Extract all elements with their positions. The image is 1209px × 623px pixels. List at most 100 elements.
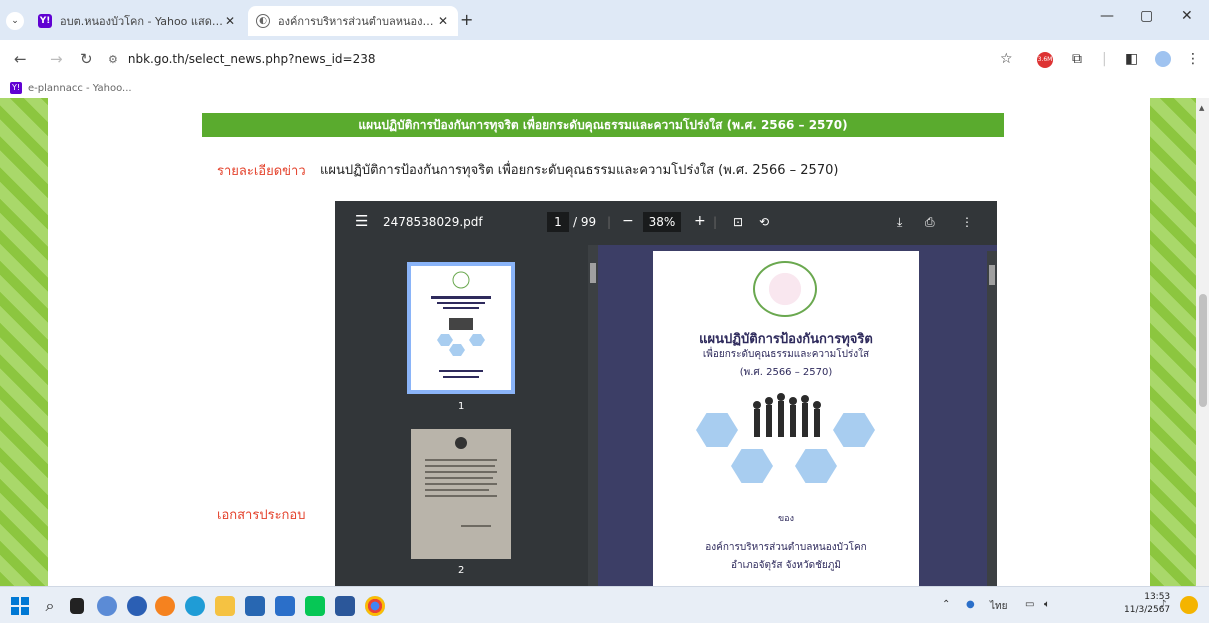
doc-years: (พ.ศ. 2566 – 2570) [739,367,833,378]
volume-icon[interactable]: 🔈︎ [1044,599,1050,610]
new-tab-button[interactable]: + [460,10,473,29]
page-scrollbar-thumb[interactable] [1199,294,1207,407]
page-total: / 99 [573,215,597,229]
bookmarks-bar: Y! e-plannacc - Yahoo... [0,78,1209,98]
side-panel-icon[interactable]: ◧ [1125,51,1138,67]
star-icon[interactable]: ☆ [1000,51,1013,67]
tray-app-icon[interactable]: ● [966,599,975,610]
minimize-button[interactable]: — [1100,8,1114,24]
forward-arrow-icon[interactable]: → [50,50,63,68]
pdf-filename: 2478538029.pdf [383,215,483,229]
browser-toolbar: ← → ↻ ⚙ nbk.go.th/select_news.php?news_i… [0,40,1209,78]
tab-strip: ⌄ Y! อบต.หนองบัวโคก - Yahoo แสดงผ... ✕ ◐… [0,0,1209,40]
menu-kebab-icon[interactable]: ⋮ [1186,51,1200,67]
strategy-hexagon-3 [795,449,837,483]
url-text: nbk.go.th/select_news.php?news_id=238 [127,52,376,66]
tab-yahoo[interactable]: Y! อบต.หนองบัวโคก - Yahoo แสดงผ... ✕ [30,6,245,36]
extensions-puzzle-icon[interactable]: ⧉ [1072,51,1082,67]
right-decor-pattern [1150,98,1196,586]
language-indicator[interactable]: ไทย [990,599,1007,614]
address-bar[interactable]: ⚙ nbk.go.th/select_news.php?news_id=238 [108,46,988,72]
pdf-viewer: ☰ 2478538029.pdf 1 / 99 | − 38% + | ⊡ ⟲ … [335,201,997,586]
rotate-icon[interactable]: ⟲ [759,215,769,229]
notification-bell-icon[interactable]: ♪ [1160,599,1166,610]
widget-icon[interactable] [1180,596,1198,614]
divider: | [713,215,718,229]
search-icon[interactable]: ⌕ [40,596,60,616]
more-options-icon[interactable]: ⋮ [961,215,973,229]
detail-text: แผนปฏิบัติการป้องกันการทุจริต เพื่อยกระด… [320,163,839,178]
business-people-illustration [753,393,821,437]
bookmark-eplannacc[interactable]: e-plannacc - Yahoo... [28,83,132,94]
thumbnail-label-1: 1 [458,401,465,412]
thumbnail-scrollbar[interactable] [588,245,598,586]
doc-subtitle: เพื่อยกระดับคุณธรรมและความโปร่งใส [702,349,870,360]
strategy-hexagon-4 [833,413,875,447]
strategy-hexagon-2 [731,449,773,483]
extension-icon[interactable]: 3.6M [1037,52,1053,68]
page-thumbnail-1[interactable] [407,262,515,394]
pdf-page-scrollbar[interactable] [987,251,997,586]
attachment-label: เอกสารประกอบ [217,508,306,523]
pdf-page-scrollbar-thumb[interactable] [989,265,995,285]
network-icon[interactable]: ▭ [1025,599,1034,610]
fit-page-icon[interactable]: ⊡ [733,215,743,229]
pdf-page-1: แผนปฏิบัติการป้องกันการทุจริต เพื่อยกระด… [653,251,919,586]
divider: | [607,215,612,229]
chat-icon[interactable] [97,596,117,616]
zoom-out-icon[interactable]: − [622,213,634,229]
cover-thumbnail-graphic [431,271,491,378]
doc-organization: องค์การบริหารส่วนตำบลหนองบัวโคก [705,542,867,553]
close-tab-icon[interactable]: ✕ [223,14,237,28]
back-arrow-icon[interactable]: ← [14,50,27,68]
mail-icon[interactable] [275,596,295,616]
close-window-button[interactable]: ✕ [1181,8,1193,24]
meet-icon[interactable] [127,596,147,616]
tab-nbk[interactable]: ◐ องค์การบริหารส่วนตำบลหนองบัวโคก ✕ [248,6,458,36]
download-icon[interactable]: ⤓ [897,215,902,230]
doc-of: ของ [778,514,794,524]
thumbnail-label-2: 2 [458,565,465,576]
zoom-input[interactable]: 38% [643,212,681,232]
thumbnail-scrollbar-thumb[interactable] [590,263,596,283]
organization-seal-icon [753,261,817,317]
pdf-toolbar: ☰ 2478538029.pdf 1 / 99 | − 38% + | ⊡ ⟲ … [335,201,997,245]
site-settings-icon[interactable]: ⚙ [108,53,118,66]
maximize-button[interactable]: ▢ [1140,8,1153,24]
doc-title: แผนปฏิบัติการป้องกันการทุจริต [699,332,873,347]
strategy-hexagon-1 [696,413,738,447]
store-icon[interactable] [245,596,265,616]
file-explorer-icon[interactable] [215,596,235,616]
letter-thumbnail-graphic [425,437,497,527]
scroll-up-icon[interactable]: ▲ [1199,104,1204,112]
line-icon[interactable] [305,596,325,616]
divider: | [1102,51,1107,67]
news-title-bar: แผนปฏิบัติการป้องกันการทุจริต เพื่อยกระด… [202,113,1004,137]
print-icon[interactable]: ⎙ [925,215,935,230]
show-hidden-icons[interactable]: ⌃ [942,599,950,610]
word-icon[interactable] [335,596,355,616]
zoom-in-icon[interactable]: + [694,213,706,229]
chrome-icon[interactable] [365,596,385,616]
detail-label: รายละเอียดข่าว [217,164,306,179]
tab-title: อบต.หนองบัวโคก - Yahoo แสดงผ... [60,15,223,28]
thumbnail-sidebar: 1 2 [335,245,598,586]
firefox-icon[interactable] [155,596,175,616]
page-thumbnail-2[interactable] [411,429,511,559]
close-tab-icon[interactable]: ✕ [436,14,450,28]
windows-start-icon[interactable] [10,596,30,616]
task-view-icon[interactable] [70,598,84,614]
doc-location: อำเภอจัตุรัส จังหวัดชัยภูมิ [731,560,841,571]
left-decor-pattern [0,98,48,586]
hamburger-menu-icon[interactable]: ☰ [355,212,368,230]
edge-icon[interactable] [185,596,205,616]
pdf-page-area: แผนปฏิบัติการป้องกันการทุจริต เพื่อยกระด… [598,245,997,586]
profile-avatar[interactable] [1155,51,1171,67]
page-viewport: ▲ แผนปฏิบัติการป้องกันการทุจริต เพื่อยกร… [0,98,1209,586]
page-number-input[interactable]: 1 [547,212,569,232]
yahoo-bookmark-icon: Y! [10,82,22,94]
reload-icon[interactable]: ↻ [80,50,93,68]
site-favicon-icon: ◐ [256,14,270,28]
tab-title: องค์การบริหารส่วนตำบลหนองบัวโคก [278,15,436,28]
tab-search-dropdown[interactable]: ⌄ [6,12,24,30]
